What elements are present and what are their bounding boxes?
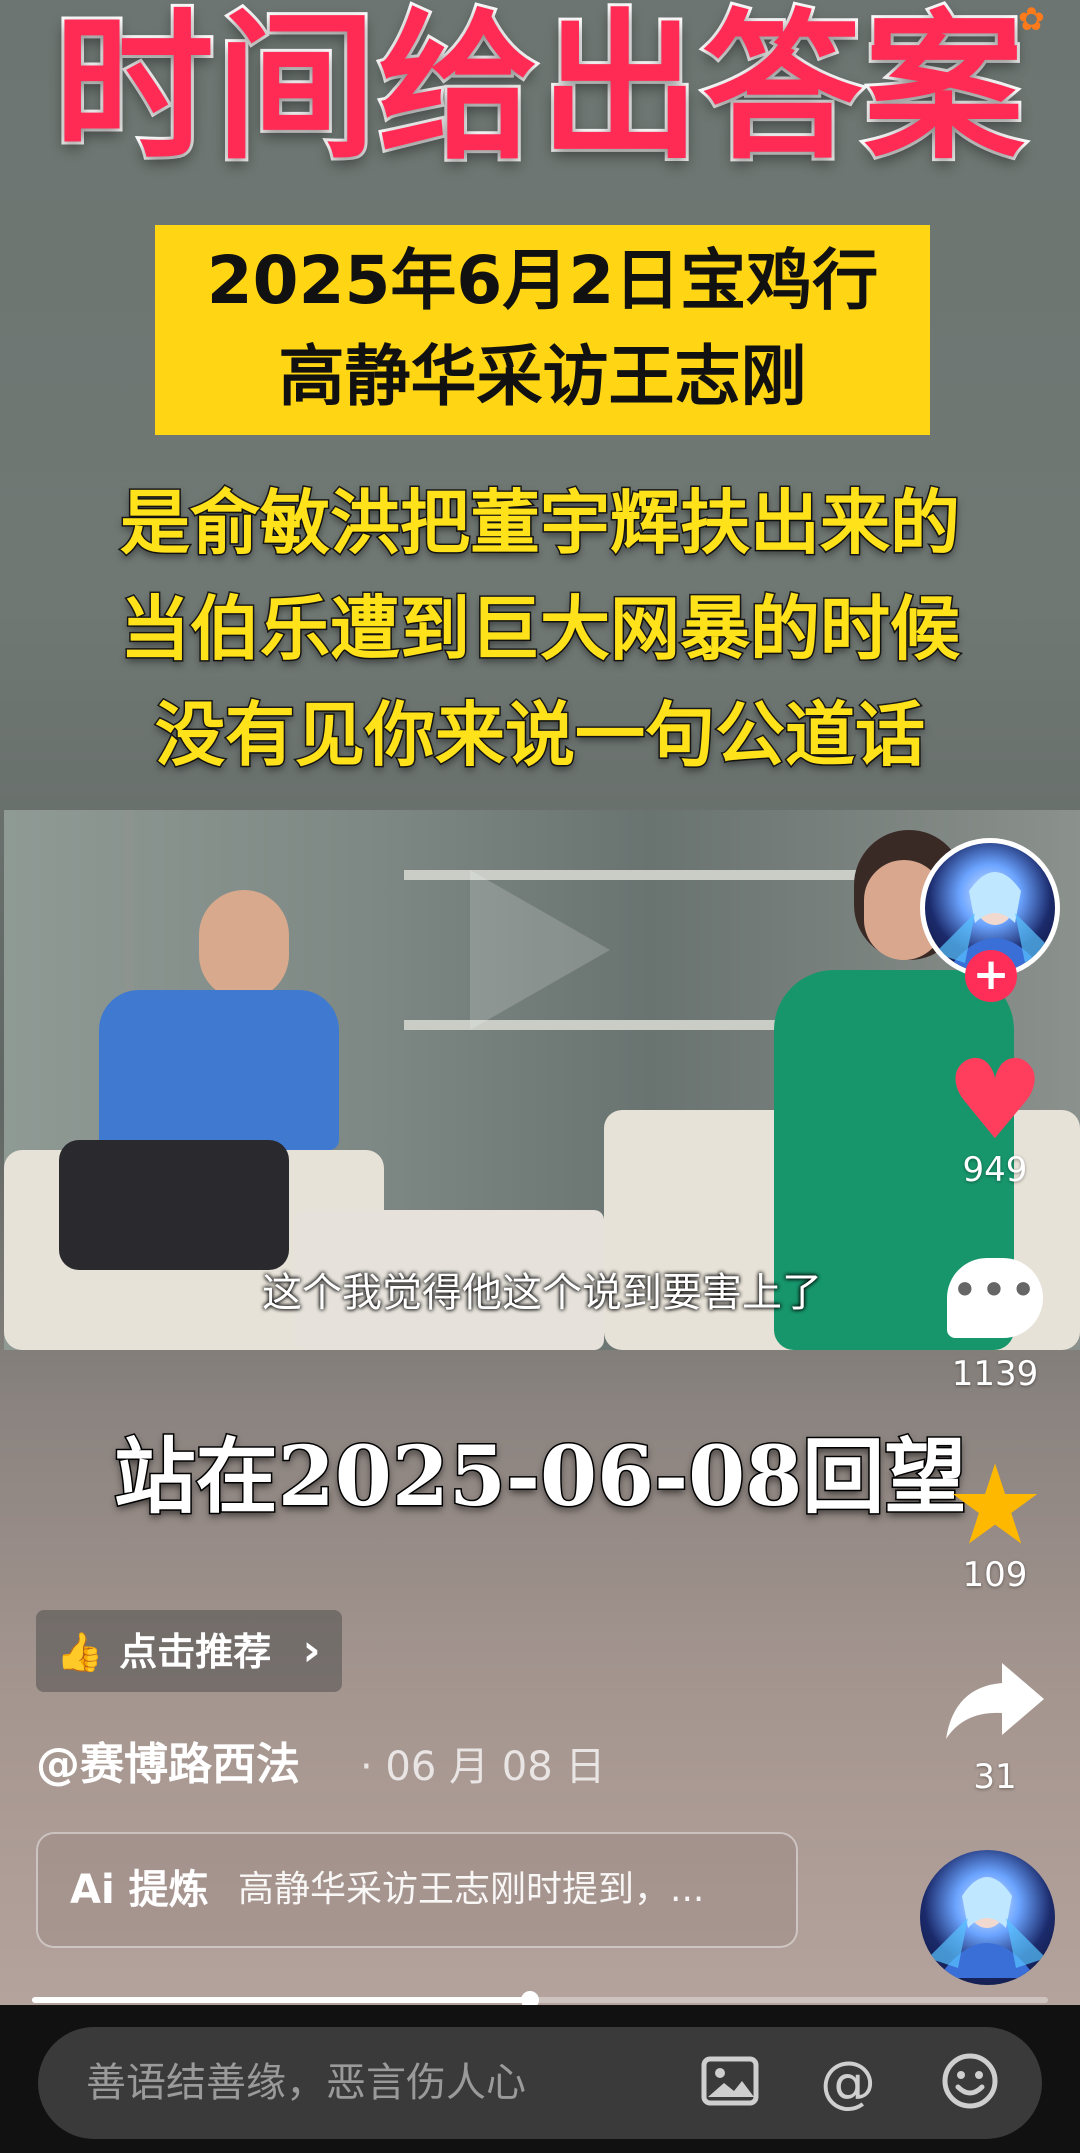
date-line: 2025年6月2日宝鸡行: [206, 242, 879, 319]
star-icon: ★: [945, 1441, 1045, 1569]
share-icon: [930, 1655, 1060, 1757]
video-player[interactable]: 时间给出答案 2025年6月2日宝鸡行 高静华采访王志刚 是俞敏洪把董宇辉扶出来…: [0, 0, 1080, 2005]
progress-fill: [32, 1997, 530, 2003]
video-progress-bar[interactable]: [32, 1991, 1048, 2009]
emoji-icon[interactable]: [938, 2051, 1002, 2115]
comment-placeholder: 善语结善缘，恶言伤人心: [86, 2060, 526, 2106]
interview-line: 高静华采访王志刚: [278, 338, 807, 415]
heart-icon: ♥: [945, 1036, 1045, 1164]
claim-line: 当伯乐遭到巨大网暴的时候: [119, 587, 962, 672]
claims-text: 是俞敏洪把董宇辉扶出来的 当伯乐遭到巨大网暴的时候 没有见你来说一句公道话: [0, 470, 1080, 788]
comment-input[interactable]: 善语结善缘，恶言伤人心 @: [38, 2027, 1042, 2139]
post-date: · 06 月 08 日: [360, 1744, 606, 1790]
corner-logo-icon: ✿: [1018, 0, 1045, 38]
comment-count: 1139: [951, 1354, 1039, 1394]
video-subtitle: 这个我觉得他这个说到要害上了: [262, 1270, 822, 1316]
claim-line: 没有见你来说一句公道话: [154, 693, 927, 778]
date-info-box: 2025年6月2日宝鸡行 高静华采访王志刚: [155, 225, 930, 435]
author-name[interactable]: @赛博路西法: [36, 1728, 300, 1792]
play-icon[interactable]: [470, 870, 610, 1030]
chevron-right-icon: ›: [302, 1625, 321, 1676]
recommend-label: 点击推荐: [119, 1630, 272, 1674]
interviewee-figure: [59, 890, 339, 1270]
ai-summary-label: Ai 提炼: [70, 1867, 209, 1913]
comment-icon: •••: [947, 1258, 1043, 1338]
claim-line: 是俞敏洪把董宇辉扶出来的: [119, 481, 962, 566]
image-icon[interactable]: [698, 2051, 762, 2115]
headline-text: 时间给出答案: [51, 0, 1027, 181]
ai-summary-bar[interactable]: Ai 提炼 高静华采访王志刚时提到，...: [36, 1832, 798, 1948]
music-disc-avatar[interactable]: [920, 1850, 1055, 1985]
share-button[interactable]: 31: [930, 1655, 1060, 1797]
ai-summary-text: 高静华采访王志刚时提到，...: [238, 1869, 705, 1910]
follow-button[interactable]: +: [965, 950, 1017, 1002]
recommend-button[interactable]: 👍 点击推荐 ›: [36, 1610, 342, 1692]
like-button[interactable]: ♥ 949: [930, 1036, 1060, 1190]
date-caption: 站在2025-06-08回望: [112, 1428, 968, 1527]
at-icon[interactable]: @: [816, 2051, 880, 2115]
bottom-comment-bar: 善语结善缘，恶言伤人心 @: [0, 2005, 1080, 2153]
share-count: 31: [973, 1757, 1017, 1797]
favorite-button[interactable]: ★ 109: [930, 1441, 1060, 1595]
comment-button[interactable]: ••• 1139: [930, 1258, 1060, 1394]
thumbs-up-icon: 👍: [56, 1630, 104, 1674]
